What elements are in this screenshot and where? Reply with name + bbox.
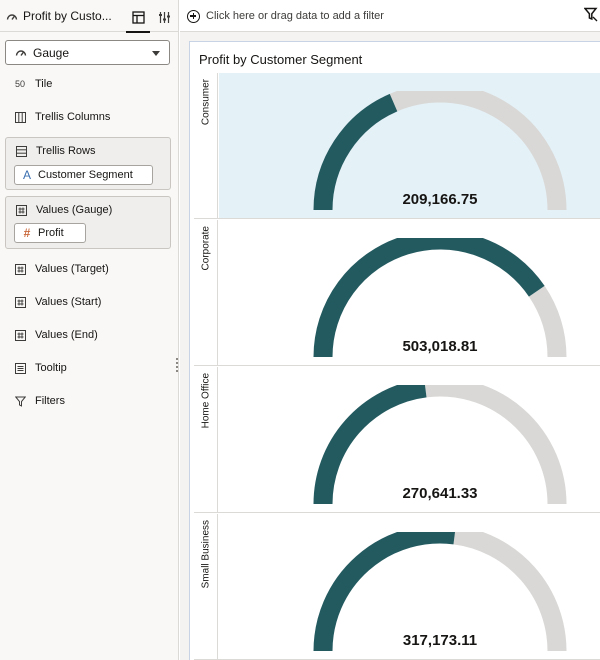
section-values-gauge[interactable]: Values (Gauge) # Profit <box>5 196 171 249</box>
field-pill-customer-segment[interactable]: A Customer Segment <box>14 165 153 185</box>
tab-properties[interactable] <box>152 4 176 30</box>
panel-resize-handle[interactable] <box>176 358 179 372</box>
rows-icon <box>14 144 28 158</box>
tile-icon: 50 <box>14 79 25 89</box>
filter-bar-placeholder: Click here or drag data to add a filter <box>206 10 384 22</box>
section-trellis-columns-label: Trellis Columns <box>35 111 111 123</box>
gauge-icon <box>6 13 18 20</box>
section-filters-label: Filters <box>35 395 65 407</box>
filter-bar: Click here or drag data to add a filter <box>180 0 600 32</box>
row-header-label: Consumer <box>200 79 212 126</box>
filter-icon <box>13 394 27 408</box>
section-values-start-label: Values (Start) <box>35 296 102 308</box>
add-circle-icon <box>187 9 200 23</box>
tab-visualization[interactable]: Profit by Custo... <box>6 6 120 26</box>
trellis-row-small-business[interactable]: Small Business 317,173.11 <box>194 514 600 660</box>
row-divider <box>194 512 600 513</box>
visualization-title: Profit by Customer Segment <box>199 52 363 67</box>
gauge-cell[interactable]: 270,641.33 <box>219 367 600 513</box>
text-attribute-icon: A <box>22 168 31 182</box>
section-trellis-rows-label: Trellis Rows <box>36 145 96 157</box>
trellis-row-consumer[interactable]: Consumer 209,166.75 <box>194 73 600 219</box>
trellis-row-home-office[interactable]: Home Office 270,641.33 <box>194 367 600 513</box>
sliders-icon <box>158 11 170 23</box>
section-trellis-rows[interactable]: Trellis Rows A Customer Segment <box>5 137 171 190</box>
hash-box-icon <box>14 203 28 217</box>
row-header-label: Home Office <box>200 373 212 429</box>
field-pill-profit[interactable]: # Profit <box>14 223 86 243</box>
columns-icon <box>13 110 27 124</box>
gauge-visualization[interactable]: Profit by Customer Segment Consumer 209,1… <box>189 41 600 660</box>
visualization-type-value: Gauge <box>33 45 70 60</box>
tab-grammar[interactable] <box>126 4 150 33</box>
section-trellis-columns[interactable]: Trellis Columns <box>5 106 171 128</box>
gauge-cell[interactable]: 209,166.75 <box>219 73 600 219</box>
measure-icon: # <box>23 226 31 240</box>
hash-box-icon <box>13 328 27 342</box>
row-divider <box>194 218 600 219</box>
section-tooltip-label: Tooltip <box>35 362 67 374</box>
row-header-label: Corporate <box>200 226 212 271</box>
section-tile-label: Tile <box>35 78 53 90</box>
field-pill-label: Customer Segment <box>38 169 133 181</box>
visualization-type-select[interactable]: Gauge <box>5 40 170 65</box>
section-values-start[interactable]: Values (Start) <box>5 291 171 313</box>
row-header-cell: Consumer <box>194 73 218 219</box>
gauge-cell[interactable]: 317,173.11 <box>219 514 600 660</box>
section-filters[interactable]: Filters <box>5 390 171 412</box>
section-trellis-rows-header: Trellis Rows <box>6 140 172 162</box>
tooltip-icon <box>13 361 27 375</box>
row-header-cell: Corporate <box>194 220 218 366</box>
gauge-cell[interactable]: 503,018.81 <box>219 220 600 366</box>
row-header-cell: Small Business <box>194 514 218 660</box>
grammar-panel: Profit by Custo... Gauge 50 Tile Trellis… <box>0 0 179 660</box>
section-tooltip[interactable]: Tooltip <box>5 357 171 379</box>
section-values-end-label: Values (End) <box>35 329 98 341</box>
panel-tabs: Profit by Custo... <box>0 0 179 33</box>
row-divider <box>194 365 600 366</box>
section-values-gauge-header: Values (Gauge) <box>6 199 172 221</box>
section-values-target-label: Values (Target) <box>35 263 109 275</box>
gauge-value-label: 209,166.75 <box>402 191 478 208</box>
field-pill-label: Profit <box>38 227 64 239</box>
tab-title-label: Profit by Custo... <box>23 9 112 23</box>
row-header-label: Small Business <box>200 520 212 589</box>
add-filter-button[interactable]: Click here or drag data to add a filter <box>187 8 384 24</box>
gauge-value-label: 503,018.81 <box>402 338 478 355</box>
section-values-target[interactable]: Values (Target) <box>5 258 171 280</box>
grammar-icon <box>131 10 145 24</box>
section-values-gauge-label: Values (Gauge) <box>36 204 113 216</box>
gauge-value-label: 317,173.11 <box>402 632 478 649</box>
trellis-row-corporate[interactable]: Corporate 503,018.81 <box>194 220 600 366</box>
row-header-cell: Home Office <box>194 367 218 513</box>
chevron-down-icon <box>152 51 160 56</box>
gauge-icon <box>15 50 27 56</box>
section-values-end[interactable]: Values (End) <box>5 324 171 346</box>
gauge-value-label: 270,641.33 <box>402 485 478 502</box>
hash-box-icon <box>13 295 27 309</box>
hash-box-icon <box>13 262 27 276</box>
canvas: Profit by Customer Segment Consumer 209,1… <box>180 32 600 660</box>
section-tile[interactable]: 50 Tile <box>5 73 171 95</box>
filter-toggle-icon[interactable] <box>584 7 598 23</box>
